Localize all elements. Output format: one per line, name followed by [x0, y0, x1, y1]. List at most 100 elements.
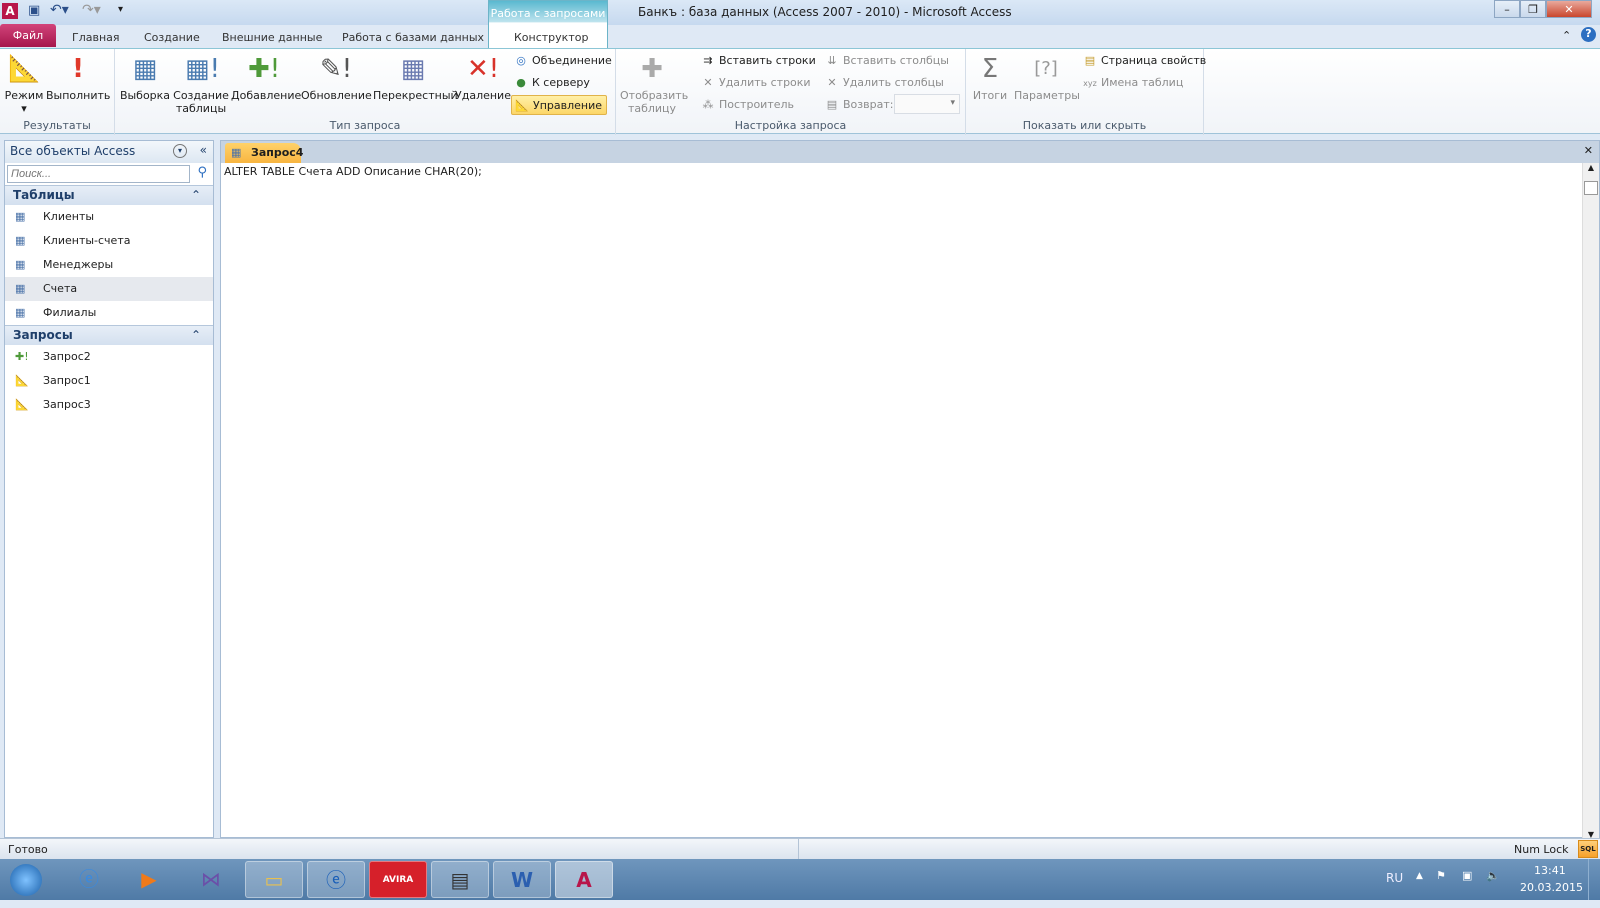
close-button[interactable]: ✕	[1546, 0, 1592, 18]
table-icon: ▦	[15, 306, 26, 319]
scroll-thumb[interactable]	[1584, 181, 1598, 195]
nav-item-query[interactable]: 📐 Запрос3	[5, 393, 213, 417]
table-names-icon: xyz	[1083, 79, 1097, 88]
clock-time[interactable]: 13:41	[1534, 864, 1566, 877]
nav-item-table[interactable]: ▦ Счета	[5, 277, 213, 301]
property-sheet-button[interactable]: ▤ Страница свойств	[1082, 51, 1206, 71]
collapse-section-icon[interactable]: ⌃	[191, 328, 201, 342]
search-icon[interactable]: ⚲	[197, 165, 207, 180]
crosstab-button[interactable]: ▦ Перекрестный	[373, 53, 458, 102]
tab-external-data[interactable]: Внешние данные	[214, 28, 330, 48]
insert-rows-button[interactable]: ⇉ Вставить строки	[700, 51, 815, 71]
help-icon[interactable]: ?	[1581, 27, 1596, 42]
nav-item-query[interactable]: 📐 Запрос1	[5, 369, 213, 393]
make-table-icon: ▦!	[185, 54, 220, 84]
insert-columns-icon: ⇊	[827, 54, 837, 67]
builder-button[interactable]: ⁂ Построитель	[700, 95, 795, 115]
group-show-hide: Σ Итоги [?] Параметры ▤ Страница свойств xy…	[966, 49, 1206, 135]
start-button[interactable]	[0, 861, 52, 898]
customize-qat-icon[interactable]: ▾	[118, 4, 123, 15]
volume-icon[interactable]: 🔈	[1486, 869, 1500, 882]
minimize-ribbon-icon[interactable]: ⌃	[1562, 29, 1571, 42]
taskbar-explorer[interactable]: ▭	[245, 861, 303, 898]
nav-item-table[interactable]: ▦ Клиенты-счета	[5, 229, 213, 253]
undo-icon[interactable]: ↶▾	[50, 2, 69, 18]
document-tab-query4[interactable]: ▦ Запрос4	[225, 143, 303, 163]
table-icon: ▦	[15, 210, 26, 223]
save-icon[interactable]: ▣	[28, 3, 40, 18]
sql-editor[interactable]: ALTER TABLE Счета ADD Описание CHAR(20);	[221, 163, 1599, 180]
table-icon: ▦	[15, 234, 26, 247]
sql-view-button[interactable]: SQL	[1578, 840, 1598, 858]
insert-columns-button[interactable]: ⇊ Вставить столбцы	[824, 51, 949, 71]
scroll-up-icon[interactable]: ▲	[1583, 163, 1599, 179]
show-table-button[interactable]: ✚ Отобразить таблицу	[620, 53, 688, 115]
nav-item-table[interactable]: ▦ Менеджеры	[5, 253, 213, 277]
taskbar-access[interactable]: A	[555, 861, 613, 898]
data-definition-button[interactable]: 📐 Управление	[511, 95, 608, 115]
title-bar: A ▣ ↶▾ ↷▾ ▾ Банкъ : база данных (Access …	[0, 0, 1600, 25]
show-desktop-button[interactable]	[1588, 859, 1600, 900]
vertical-scrollbar[interactable]: ▲ ▼	[1582, 163, 1599, 839]
document-tabs: ▦ Запрос4 ✕	[221, 141, 1599, 163]
nav-dropdown-icon[interactable]: ▾	[173, 144, 187, 158]
pass-through-button[interactable]: ● К серверу	[513, 73, 590, 93]
taskbar-avira[interactable]: AVIRA	[369, 861, 427, 898]
delete-query-button[interactable]: ✕! Удаление	[455, 53, 511, 102]
restore-button[interactable]: ❐	[1520, 0, 1546, 18]
append-button[interactable]: ✚! Добавление	[231, 53, 301, 102]
insert-rows-icon: ⇉	[703, 54, 713, 67]
taskbar: ⓔ ▶ ⋈ ▭ ⓔ AVIRA ▤ W A RU ▲ ⚑ ▣ 🔈 13:41 2…	[0, 859, 1600, 900]
tab-home[interactable]: Главная	[64, 28, 128, 48]
network-disconnected-icon[interactable]: ▣	[1462, 869, 1472, 882]
nav-section-tables[interactable]: Таблицы ⌃	[5, 185, 213, 205]
parameters-icon: [?]	[1034, 58, 1058, 79]
nav-section-queries[interactable]: Запросы ⌃	[5, 325, 213, 345]
taskbar-document[interactable]: ▤	[431, 861, 489, 898]
nav-search-input[interactable]	[7, 165, 190, 183]
totals-button[interactable]: Σ Итоги	[970, 53, 1010, 102]
nav-item-query[interactable]: ✚! Запрос2	[5, 345, 213, 369]
group-label: Настройка запроса	[734, 119, 847, 132]
make-table-button[interactable]: ▦! Создание таблицы	[173, 53, 229, 115]
show-hidden-icons[interactable]: ▲	[1416, 871, 1423, 881]
collapse-section-icon[interactable]: ⌃	[191, 188, 201, 202]
redo-icon[interactable]: ↷▾	[82, 2, 101, 18]
union-button[interactable]: ◎ Объединение	[513, 51, 612, 71]
windows-logo-icon	[10, 864, 42, 896]
table-names-button[interactable]: xyz Имена таблиц	[1082, 73, 1183, 93]
language-indicator[interactable]: RU	[1386, 871, 1403, 885]
taskbar-ie-window[interactable]: ⓔ	[307, 861, 365, 898]
select-query-button[interactable]: ▦ Выборка	[119, 53, 171, 102]
taskbar-media-player[interactable]: ▶	[120, 861, 178, 898]
tab-create[interactable]: Создание	[136, 28, 208, 48]
nav-header[interactable]: Все объекты Access ▾ «	[5, 141, 213, 163]
close-document-icon[interactable]: ✕	[1584, 144, 1593, 157]
parameters-button[interactable]: [?] Параметры	[1014, 53, 1080, 102]
action-center-flag-icon[interactable]: ⚑	[1436, 869, 1446, 882]
access-icon: A	[576, 868, 592, 892]
minimize-button[interactable]: –	[1494, 0, 1520, 18]
mode-button[interactable]: 📐 Режим ▾	[4, 53, 44, 115]
collapse-pane-icon[interactable]: «	[200, 143, 207, 157]
append-query-icon: ✚!	[15, 350, 29, 363]
return-dropdown[interactable]: ▾	[894, 94, 960, 114]
clock-date[interactable]: 20.03.2015	[1520, 881, 1583, 894]
taskbar-visual-studio[interactable]: ⋈	[182, 861, 240, 898]
taskbar-ie[interactable]: ⓔ	[60, 861, 118, 898]
update-button[interactable]: ✎! Обновление	[301, 53, 372, 102]
delete-columns-button[interactable]: ✕ Удалить столбцы	[824, 73, 943, 93]
taskbar-word[interactable]: W	[493, 861, 551, 898]
tab-database-tools[interactable]: Работа с базами данных	[334, 28, 492, 48]
access-logo-icon[interactable]: A	[2, 3, 18, 19]
tab-design[interactable]: Конструктор	[506, 28, 596, 48]
group-label: Результаты	[23, 119, 91, 132]
delete-rows-button[interactable]: ✕ Удалить строки	[700, 73, 810, 93]
group-label: Тип запроса	[329, 119, 401, 132]
nav-item-table[interactable]: ▦ Филиалы	[5, 301, 213, 325]
nav-item-table[interactable]: ▦ Клиенты	[5, 205, 213, 229]
design-view-icon: 📐	[8, 54, 41, 84]
visual-studio-icon: ⋈	[201, 867, 221, 891]
run-button[interactable]: ! Выполнить	[46, 53, 110, 102]
word-icon: W	[510, 868, 534, 892]
